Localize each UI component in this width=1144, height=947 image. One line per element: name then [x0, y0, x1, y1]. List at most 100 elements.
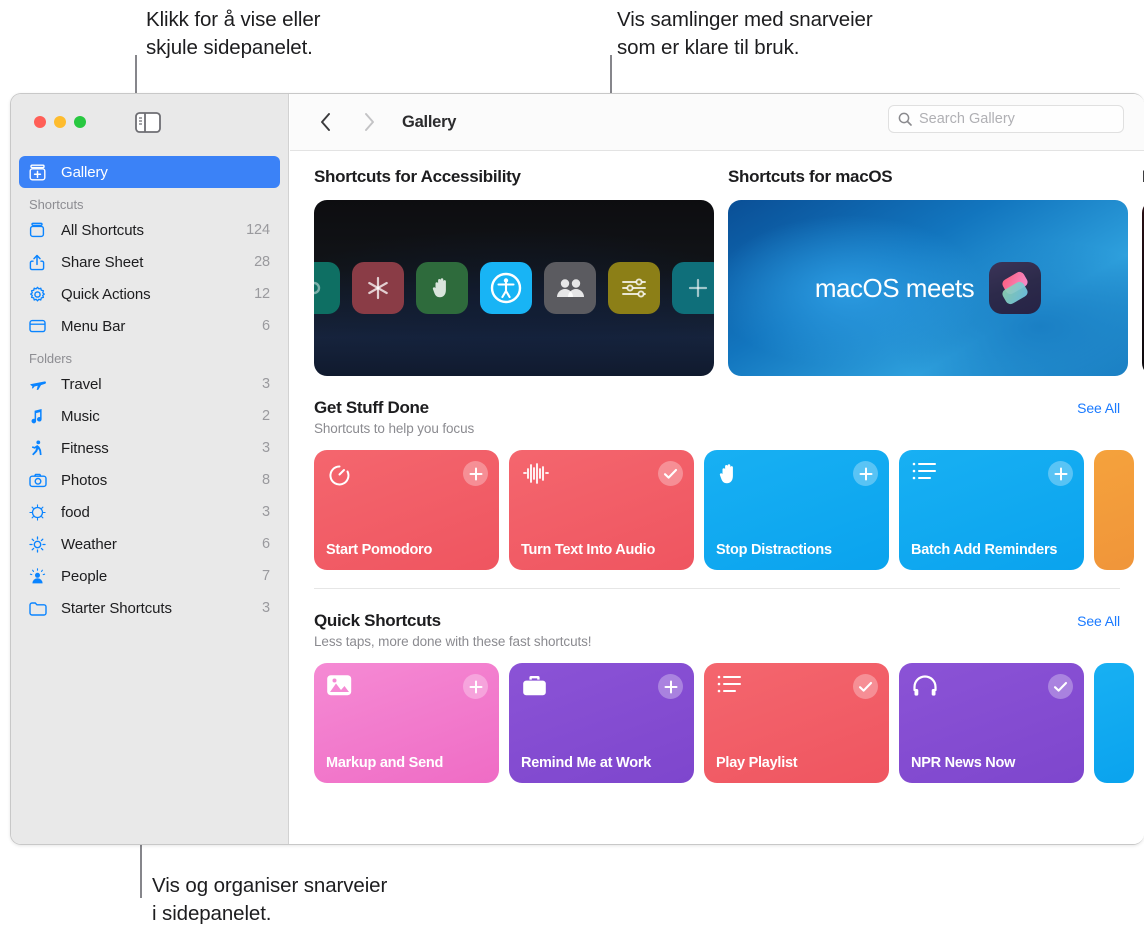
sidebar-item-label: People: [61, 567, 108, 585]
shortcut-card-start-pomodoro[interactable]: Start Pomodoro: [314, 450, 499, 570]
see-all-link[interactable]: See All: [1077, 613, 1120, 629]
sidebar-item-label: Share Sheet: [61, 253, 144, 271]
forward-button[interactable]: [358, 109, 380, 135]
shortcut-card-play-playlist[interactable]: Play Playlist: [704, 663, 889, 783]
accessibility-icon-strip: [314, 262, 714, 314]
section-header-quick-shortcuts: Quick Shortcuts Less taps, more done wit…: [314, 611, 1120, 649]
card-row-get-stuff-done: Start Pomodoro Turn Text Into Audio Stop…: [314, 450, 1144, 570]
shortcut-card-name: Batch Add Reminders: [911, 542, 1058, 558]
sidebar-item-food[interactable]: food 3: [19, 496, 280, 528]
check-badge-icon[interactable]: [853, 674, 878, 699]
sparkle-icon: [672, 262, 714, 314]
sparkle-ring-icon: [29, 503, 51, 521]
gallery-scroll-area[interactable]: Shortcuts for Accessibility Shortcuts fo…: [290, 151, 1144, 844]
sidebar-item-count: 8: [262, 472, 270, 488]
sidebar-item-count: 6: [262, 318, 270, 334]
window-controls: [34, 116, 86, 128]
sidebar-section-header-folders: Folders: [29, 351, 72, 366]
sidebar-list: Gallery Shortcuts All Shortcuts 124 Shar…: [11, 156, 288, 624]
sidebar-item-starter-shortcuts[interactable]: Starter Shortcuts 3: [19, 592, 280, 624]
person-icon: [29, 567, 51, 585]
shortcut-card-name: Turn Text Into Audio: [521, 542, 656, 558]
close-button[interactable]: [34, 116, 46, 128]
add-badge-icon[interactable]: [658, 674, 683, 699]
shortcut-card-name: Play Playlist: [716, 755, 798, 771]
switch-control-icon: [314, 262, 340, 314]
sidebar-item-count: 7: [262, 568, 270, 584]
gallery-icon: [29, 163, 51, 181]
shortcut-card-turn-text-into-audio[interactable]: Turn Text Into Audio: [509, 450, 694, 570]
banner-group-accessibility: Shortcuts for Accessibility: [314, 167, 714, 376]
banner-title: Shortcuts for Accessibility: [314, 167, 521, 186]
sliders-icon: [608, 262, 660, 314]
search-input[interactable]: [919, 111, 1114, 127]
sidebar-item-weather[interactable]: Weather 6: [19, 528, 280, 560]
banner-group-macos: Shortcuts for macOS macOS meets: [728, 167, 1128, 376]
shortcut-card-npr-news-now[interactable]: NPR News Now: [899, 663, 1084, 783]
check-badge-icon[interactable]: [1048, 674, 1073, 699]
add-badge-icon[interactable]: [1048, 461, 1073, 486]
shortcut-card-name: Markup and Send: [326, 755, 444, 771]
add-badge-icon[interactable]: [853, 461, 878, 486]
banner-title: Shortcuts for macOS: [728, 167, 893, 186]
sidebar-item-photos[interactable]: Photos 8: [19, 464, 280, 496]
sidebar-item-share-sheet[interactable]: Share Sheet 28: [19, 246, 280, 278]
sidebar-toggle-icon[interactable]: [135, 112, 161, 133]
section-title: Quick Shortcuts: [314, 611, 441, 630]
sidebar: Gallery Shortcuts All Shortcuts 124 Shar…: [11, 94, 289, 844]
sidebar-item-count: 2: [262, 408, 270, 424]
sidebar-item-label: food: [61, 503, 90, 521]
sidebar-item-quick-actions[interactable]: Quick Actions 12: [19, 278, 280, 310]
banner-macos[interactable]: macOS meets: [728, 200, 1128, 376]
shortcut-card-remind-me-at-work[interactable]: Remind Me at Work: [509, 663, 694, 783]
sidebar-item-count: 124: [246, 222, 270, 238]
content-area: Gallery Shortcuts for Accessibilit: [290, 94, 1144, 844]
sidebar-item-label: Photos: [61, 471, 108, 489]
shortcut-card-batch-add-reminders[interactable]: Batch Add Reminders: [899, 450, 1084, 570]
shortcut-card-peek[interactable]: [1094, 450, 1134, 570]
sidebar-item-menu-bar[interactable]: Menu Bar 6: [19, 310, 280, 342]
zoom-button[interactable]: [74, 116, 86, 128]
add-badge-icon[interactable]: [463, 461, 488, 486]
search-field[interactable]: [888, 105, 1124, 133]
folder-icon: [29, 599, 51, 617]
sidebar-item-fitness[interactable]: Fitness 3: [19, 432, 280, 464]
see-all-link[interactable]: See All: [1077, 400, 1120, 416]
shortcuts-app-window: Gallery Shortcuts All Shortcuts 124 Shar…: [10, 93, 1144, 845]
shortcut-card-stop-distractions[interactable]: Stop Distractions: [704, 450, 889, 570]
back-button[interactable]: [314, 109, 336, 135]
check-badge-icon[interactable]: [658, 461, 683, 486]
music-note-icon: [29, 407, 51, 425]
sidebar-item-label: All Shortcuts: [61, 221, 144, 239]
minimize-button[interactable]: [54, 116, 66, 128]
screenshot-root: Klikk for å vise eller skjule sidepanele…: [0, 0, 1144, 947]
hand-raise-icon: [416, 262, 468, 314]
assistive-touch-icon: [352, 262, 404, 314]
gallery-callout: Vis samlinger med snarveier som er klare…: [617, 8, 873, 59]
sidebar-item-gallery[interactable]: Gallery: [19, 156, 280, 188]
sidebar-item-label: Weather: [61, 535, 117, 553]
sidebar-item-people[interactable]: People 7: [19, 560, 280, 592]
sidebar-item-travel[interactable]: Travel 3: [19, 368, 280, 400]
sidebar-section-header-shortcuts: Shortcuts: [29, 197, 84, 212]
sidebar-toggle-callout: Klikk for å vise eller skjule sidepanele…: [146, 8, 321, 59]
menubar-icon: [29, 317, 51, 335]
organize-callout: Vis og organiser snarveier i sidepanelet…: [152, 874, 388, 925]
sidebar-item-music[interactable]: Music 2: [19, 400, 280, 432]
banner-accessibility[interactable]: [314, 200, 714, 376]
airplane-icon: [29, 375, 51, 393]
sidebar-item-count: 3: [262, 440, 270, 456]
accessibility-icon: [480, 262, 532, 314]
add-badge-icon[interactable]: [463, 674, 488, 699]
shortcut-card-peek[interactable]: [1094, 663, 1134, 783]
sidebar-item-count: 3: [262, 504, 270, 520]
sidebar-item-all-shortcuts[interactable]: All Shortcuts 124: [19, 214, 280, 246]
featured-banner-row: Shortcuts for Accessibility Shortcuts fo…: [314, 167, 1144, 376]
shortcut-card-markup-and-send[interactable]: Markup and Send: [314, 663, 499, 783]
sun-icon: [29, 535, 51, 553]
sidebar-item-label: Menu Bar: [61, 317, 126, 335]
search-icon: [898, 112, 912, 126]
gear-icon: [29, 285, 51, 303]
section-subtitle: Shortcuts to help you focus: [314, 421, 475, 436]
sidebar-item-label: Starter Shortcuts: [61, 599, 172, 617]
